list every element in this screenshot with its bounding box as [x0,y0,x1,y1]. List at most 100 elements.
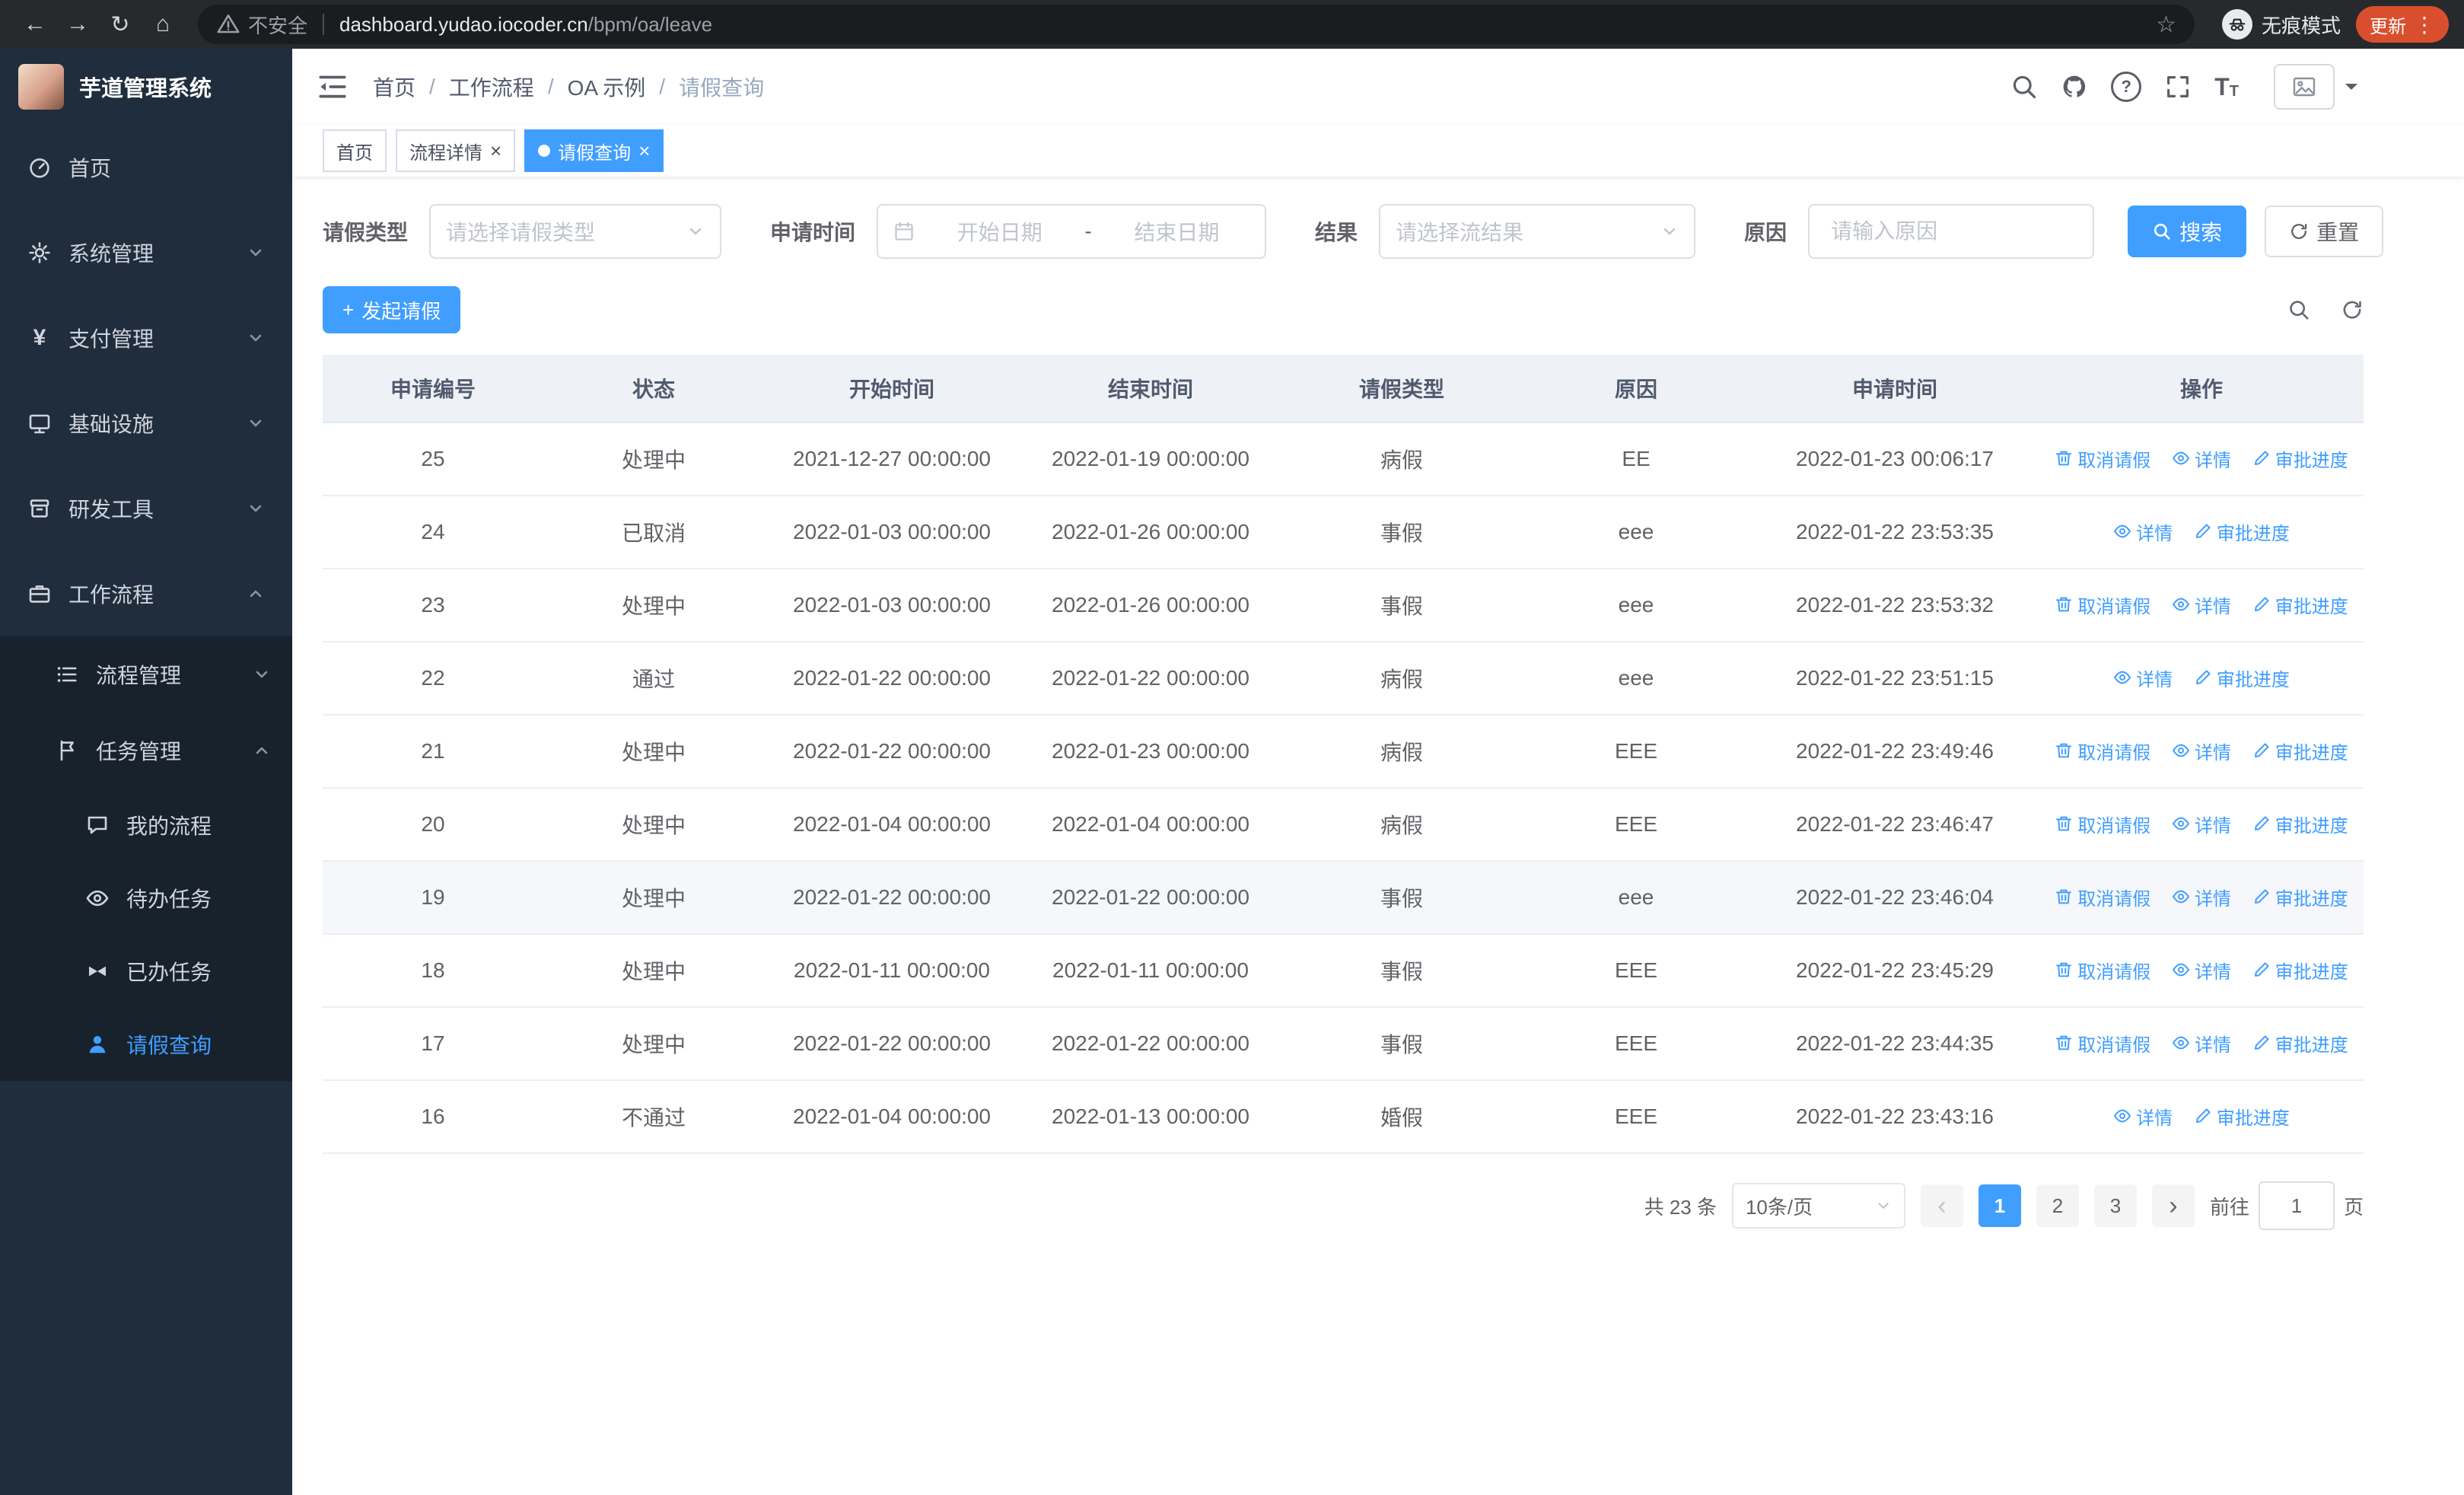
help-icon[interactable]: ? [2111,72,2142,102]
browser-reload-button[interactable]: ↻ [100,5,140,44]
toggle-search-icon[interactable] [2287,298,2310,321]
sidebar-item-home[interactable]: 首页 [0,125,292,210]
cancel-leave-link[interactable]: 取消请假 [2055,957,2150,983]
browser-menu-icon[interactable]: ⋮ [2414,12,2435,37]
detail-link[interactable]: 详情 [2172,811,2231,837]
refresh-icon [2291,224,2307,239]
browser-forward-button[interactable]: → [58,5,97,44]
approval-progress-link[interactable]: 审批进度 [2252,738,2348,764]
approval-progress-link[interactable]: 审批进度 [2252,811,2348,837]
close-icon[interactable]: × [638,141,650,161]
breadcrumb: 首页 / 工作流程 / OA 示例 / 请假查询 [373,72,764,102]
sidebar-item-process-mgmt[interactable]: 流程管理 [0,636,292,712]
tab-home[interactable]: 首页 [323,129,387,172]
sidebar-item-label: 任务管理 [96,740,182,763]
detail-link[interactable]: 详情 [2113,1103,2173,1130]
search-button[interactable]: 搜索 [2128,206,2247,257]
cell-start-time: 2022-01-22 00:00:00 [793,1031,991,1055]
cancel-leave-link[interactable]: 取消请假 [2055,591,2150,618]
sidebar-item-payment[interactable]: ¥ 支付管理 [0,295,292,381]
close-icon[interactable]: × [490,141,501,161]
sidebar-item-system[interactable]: 系统管理 [0,210,292,295]
page-size-select[interactable]: 10条/页 [1731,1183,1905,1229]
tab-process-detail[interactable]: 流程详情 × [396,129,516,172]
detail-link[interactable]: 详情 [2172,445,2231,472]
reload-icon: ↻ [110,11,130,37]
approval-progress-link[interactable]: 审批进度 [2252,957,2348,983]
reset-button[interactable]: 重置 [2265,206,2384,257]
sidebar-item-my-process[interactable]: 我的流程 [0,789,292,862]
security-warning[interactable]: 不安全 [216,11,307,39]
edit-icon [2254,597,2269,612]
page-button-3[interactable]: 3 [2093,1184,2137,1227]
cancel-leave-link[interactable]: 取消请假 [2055,738,2150,764]
tab-leave-query[interactable]: 请假查询 × [524,129,664,172]
cell-leave-type: 病假 [1380,741,1423,764]
next-page-button[interactable]: › [2151,1184,2195,1227]
cancel-leave-link[interactable]: 取消请假 [2055,445,2150,472]
detail-link[interactable]: 详情 [2113,518,2173,545]
leave-type-select[interactable]: 请选择请假类型 [429,204,722,259]
breadcrumb-item[interactable]: 首页 [373,72,415,102]
breadcrumb-item[interactable]: OA 示例 [568,72,646,102]
github-icon[interactable] [2061,73,2088,100]
sidebar-item-infrastructure[interactable]: 基础设施 [0,381,292,466]
approval-progress-link[interactable]: 审批进度 [2252,1030,2348,1057]
page-button-1[interactable]: 1 [1978,1184,2021,1227]
cell-status: 处理中 [621,814,686,837]
breadcrumb-separator: / [547,75,554,98]
sidebar-collapse-icon[interactable] [317,71,349,103]
breadcrumb-item-current: 请假查询 [679,76,765,100]
sidebar-item-devtools[interactable]: 研发工具 [0,466,292,551]
table-row: 17 处理中 2022-01-22 00:00:00 2022-01-22 00… [323,1007,2364,1081]
bookmark-star-icon[interactable]: ☆ [2156,11,2176,38]
approval-progress-label: 审批进度 [2275,1034,2348,1056]
sidebar-item-todo-tasks[interactable]: 待办任务 [0,862,292,935]
prev-page-button[interactable]: ‹ [1920,1184,1963,1227]
approval-progress-link[interactable]: 审批进度 [2252,445,2348,472]
font-size-icon[interactable]: TT [2214,75,2239,99]
approval-progress-link[interactable]: 审批进度 [2252,591,2348,618]
create-leave-button[interactable]: + 发起请假 [323,286,461,333]
detail-link[interactable]: 详情 [2172,884,2231,910]
reason-input[interactable] [1828,218,2075,245]
date-range-picker[interactable]: 开始日期 - 结束日期 [877,204,1267,259]
cancel-leave-link[interactable]: 取消请假 [2055,1030,2150,1057]
page-button-2[interactable]: 2 [2036,1184,2079,1227]
approval-progress-link[interactable]: 审批进度 [2252,884,2348,910]
sidebar-item-workflow[interactable]: 工作流程 [0,551,292,636]
sidebar-item-done-tasks[interactable]: 已办任务 [0,935,292,1008]
refresh-icon[interactable] [2341,298,2364,321]
detail-link[interactable]: 详情 [2172,738,2231,764]
app-logo[interactable]: 芋道管理系统 [0,49,292,125]
breadcrumb-item[interactable]: 工作流程 [449,72,534,102]
cancel-leave-link[interactable]: 取消请假 [2055,811,2150,837]
search-icon[interactable] [2010,73,2038,100]
fullscreen-icon[interactable] [2164,73,2192,100]
approval-progress-link[interactable]: 审批进度 [2194,1103,2290,1130]
sidebar-item-task-mgmt[interactable]: 任务管理 [0,712,292,789]
cell-leave-type: 事假 [1380,887,1423,910]
browser-back-button[interactable]: ← [15,5,55,44]
detail-link[interactable]: 详情 [2172,1030,2231,1057]
goto-page-input[interactable] [2258,1181,2335,1230]
tab-label: 请假查询 [558,142,632,164]
briefcase-icon [29,585,50,603]
table-row: 22 通过 2022-01-22 00:00:00 2022-01-22 00:… [323,642,2364,716]
result-select[interactable]: 请选择流结果 [1379,204,1696,259]
detail-link[interactable]: 详情 [2172,957,2231,983]
eye-icon [2114,1109,2131,1123]
approval-progress-link[interactable]: 审批进度 [2194,518,2290,545]
approval-progress-link[interactable]: 审批进度 [2194,665,2290,691]
cancel-leave-link[interactable]: 取消请假 [2055,884,2150,910]
sidebar-item-leave-query[interactable]: 请假查询 [0,1008,292,1081]
browser-update-button[interactable]: 更新 ⋮ [2356,6,2449,43]
approval-progress-label: 审批进度 [2275,596,2348,617]
user-menu[interactable] [2274,64,2357,110]
browser-home-button[interactable]: ⌂ [143,5,183,44]
detail-link[interactable]: 详情 [2172,591,2231,618]
detail-link[interactable]: 详情 [2113,665,2173,691]
address-bar[interactable]: 不安全 dashboard.yudao.iocoder.cn/bpm/oa/le… [198,5,2195,44]
cell-leave-type: 病假 [1380,814,1423,837]
eye-icon [2114,671,2131,684]
